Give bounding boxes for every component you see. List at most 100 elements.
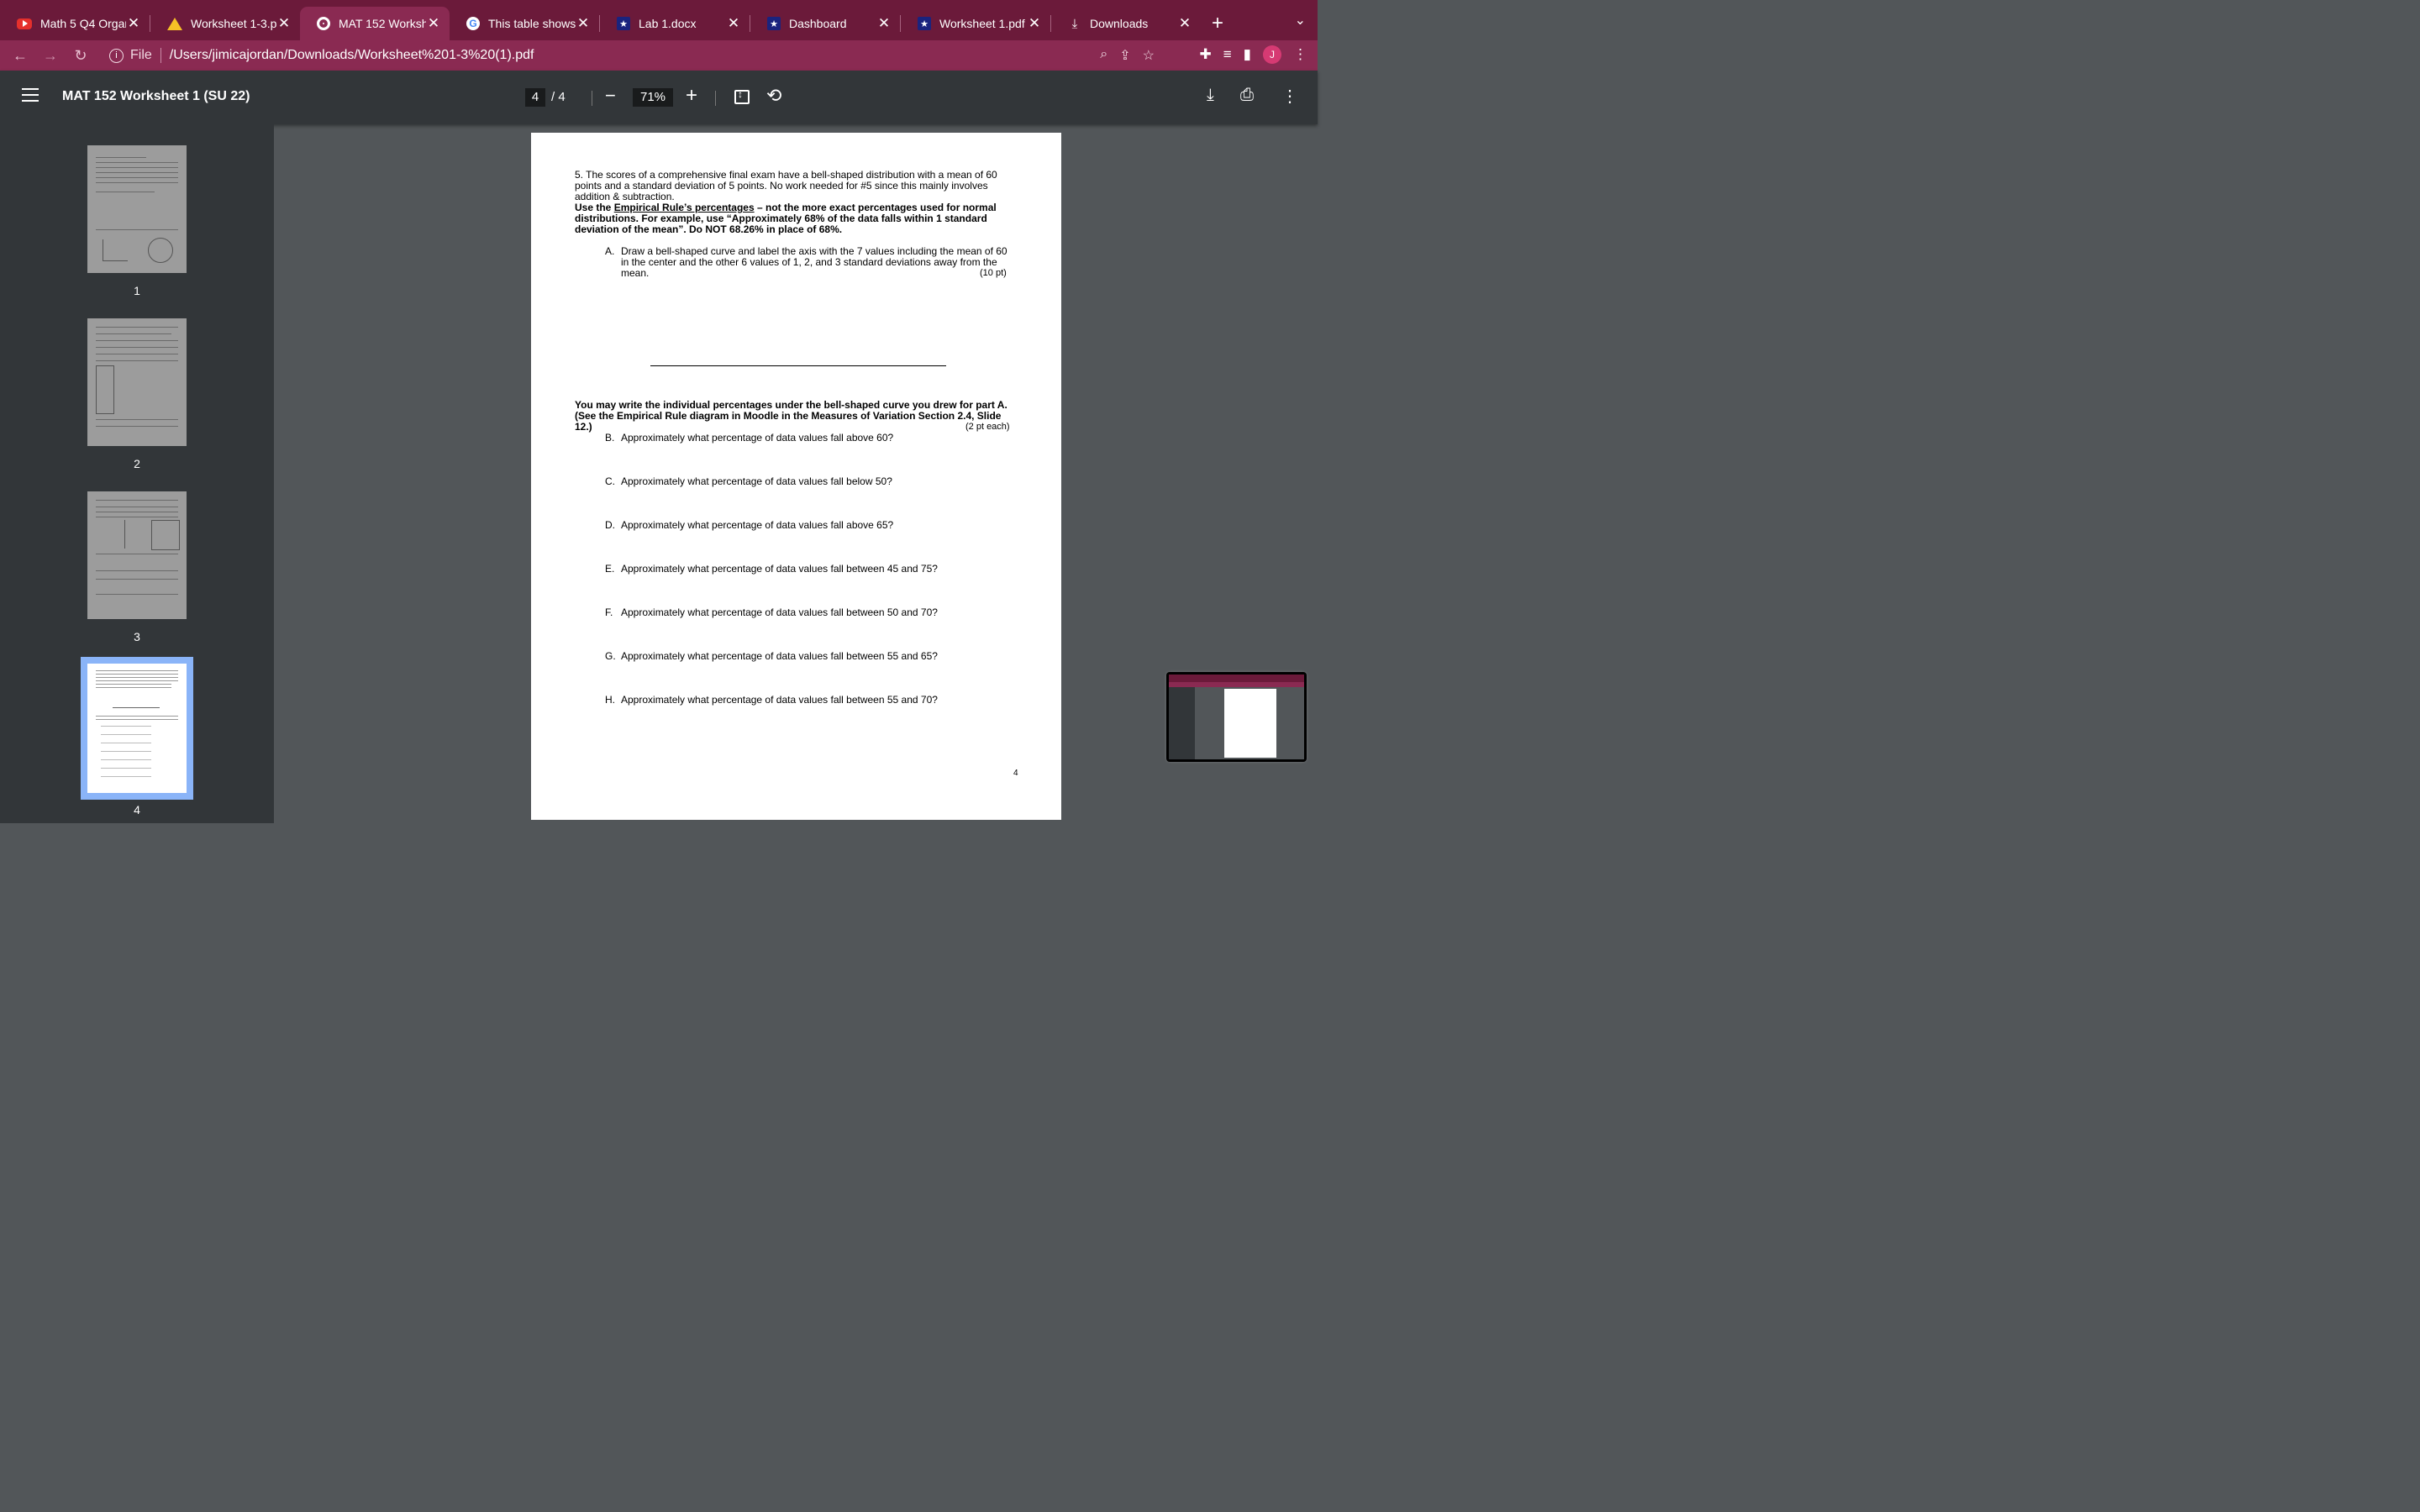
close-icon[interactable]: ✕ bbox=[576, 15, 591, 32]
close-icon[interactable]: ✕ bbox=[126, 15, 141, 32]
q5-instructions: Use the Empirical Rule’s percentages – n… bbox=[575, 202, 1016, 235]
thumbnail-page bbox=[87, 664, 187, 793]
tab-label: Worksheet 1-3.pc bbox=[191, 17, 276, 30]
download-icon: ⤓ bbox=[1071, 16, 1078, 31]
tab-lab1[interactable]: ★ Lab 1.docx ✕ bbox=[600, 7, 750, 40]
answer-line bbox=[650, 365, 946, 366]
part-a-label: A. bbox=[605, 245, 615, 257]
tab-table[interactable]: G This table shows ✕ bbox=[450, 7, 599, 40]
thumbnail-sidebar: 1 2 3 4 bbox=[0, 124, 274, 823]
page-total: / 4 bbox=[551, 90, 566, 104]
page-thumbnail-1[interactable] bbox=[87, 145, 187, 273]
omnibox-divider bbox=[160, 48, 161, 63]
question-text: Approximately what percentage of data va… bbox=[621, 432, 894, 444]
page-thumbnail-4[interactable] bbox=[81, 657, 193, 800]
question-text: Approximately what percentage of data va… bbox=[621, 650, 938, 662]
tab-label: Dashboard bbox=[789, 17, 847, 30]
q5-use: Use the bbox=[575, 202, 614, 213]
parts-points: (2 pt each) bbox=[965, 422, 1010, 432]
extensions-puzzle-icon[interactable]: ✚ bbox=[1199, 46, 1211, 63]
more-vert-icon[interactable]: ⋮ bbox=[1293, 46, 1307, 63]
rotate-icon[interactable]: ⟲ bbox=[766, 85, 781, 107]
part-a-text: Draw a bell-shaped curve and label the a… bbox=[621, 245, 1007, 279]
question-label: H. bbox=[605, 694, 615, 706]
star-icon: ★ bbox=[918, 17, 931, 30]
close-icon[interactable]: ✕ bbox=[1177, 15, 1192, 32]
print-icon[interactable]: ⎙ bbox=[1240, 86, 1254, 105]
question-text: Approximately what percentage of data va… bbox=[621, 694, 938, 706]
scheme-label: File bbox=[130, 48, 152, 62]
toolbar-divider bbox=[715, 91, 716, 106]
zoom-in-button[interactable]: + bbox=[686, 84, 697, 108]
tab-mat152-active[interactable]: MAT 152 Workshe ✕ bbox=[300, 7, 450, 40]
tab-label: Worksheet 1.pdf bbox=[939, 17, 1025, 30]
question-c: C. Approximately what percentage of data … bbox=[605, 475, 892, 487]
tab-downloads[interactable]: ⤓ Downloads ✕ bbox=[1051, 7, 1201, 40]
page-thumbnail-3[interactable] bbox=[87, 491, 187, 619]
google-drive-icon bbox=[167, 17, 182, 30]
question-h: H. Approximately what percentage of data … bbox=[605, 694, 938, 706]
question-5: 5. The scores of a comprehensive final e… bbox=[575, 170, 1016, 235]
menu-hamburger-icon[interactable] bbox=[22, 88, 39, 106]
question-label: C. bbox=[605, 475, 615, 487]
tab-dashboard[interactable]: ★ Dashboard ✕ bbox=[750, 7, 900, 40]
question-label: E. bbox=[605, 563, 615, 575]
address-bar[interactable]: i File /Users/jimicajordan/Downloads/Wor… bbox=[99, 44, 1163, 67]
q5-intro: 5. The scores of a comprehensive final e… bbox=[575, 169, 997, 202]
zoom-out-button[interactable]: − bbox=[605, 85, 616, 107]
close-icon[interactable]: ✕ bbox=[1027, 15, 1042, 32]
share-icon[interactable]: ⇪ bbox=[1119, 47, 1130, 64]
question-label: D. bbox=[605, 519, 615, 531]
question-b: B. Approximately what percentage of data … bbox=[605, 432, 893, 444]
close-icon[interactable]: ✕ bbox=[426, 15, 441, 32]
toolbar-actions: ✚ ≡ ▮ J ⋮ bbox=[1199, 45, 1307, 64]
tab-label: Math 5 Q4 Organi bbox=[40, 17, 126, 30]
preview-tabstrip bbox=[1169, 675, 1304, 682]
info-icon[interactable]: i bbox=[109, 48, 124, 63]
star-icon: ★ bbox=[617, 17, 630, 30]
tab-worksheet-drive[interactable]: Worksheet 1-3.pc ✕ bbox=[150, 7, 300, 40]
zoom-magnifier-icon[interactable]: ⌕ bbox=[1100, 47, 1107, 64]
google-icon: G bbox=[466, 17, 480, 30]
question-e: E. Approximately what percentage of data … bbox=[605, 563, 938, 575]
omnibox-actions: ⌕ ⇪ ☆ bbox=[1100, 47, 1155, 64]
avatar[interactable]: J bbox=[1263, 45, 1281, 64]
close-icon[interactable]: ✕ bbox=[276, 15, 292, 32]
forward-arrow-icon[interactable]: → bbox=[35, 47, 66, 65]
page-thumbnail-2[interactable] bbox=[87, 318, 187, 446]
tab-label: MAT 152 Workshe bbox=[339, 17, 426, 30]
question-text: Approximately what percentage of data va… bbox=[621, 519, 894, 531]
tab-worksheet1[interactable]: ★ Worksheet 1.pdf ✕ bbox=[901, 7, 1050, 40]
bookmark-star-icon[interactable]: ☆ bbox=[1143, 47, 1155, 64]
empirical-rule-term: Empirical Rule’s percentages bbox=[613, 202, 755, 213]
page-number: 4 bbox=[1013, 769, 1018, 778]
question-d: D. Approximately what percentage of data … bbox=[605, 519, 893, 531]
star-icon: ★ bbox=[767, 17, 781, 30]
back-arrow-icon[interactable]: ← bbox=[5, 47, 35, 65]
download-icon[interactable]: ⤓ bbox=[1207, 86, 1214, 105]
side-panel-icon[interactable]: ▮ bbox=[1244, 46, 1251, 63]
more-vert-icon[interactable]: ⋮ bbox=[1281, 86, 1298, 107]
tab-search-chevron-icon[interactable]: ⌄ bbox=[1295, 12, 1306, 29]
question-text: Approximately what percentage of data va… bbox=[621, 563, 938, 575]
close-icon[interactable]: ✕ bbox=[876, 15, 892, 32]
page-number-input[interactable]: 4 bbox=[525, 88, 545, 107]
zoom-input[interactable]: 71% bbox=[633, 88, 673, 107]
thumbnail-number: 1 bbox=[134, 284, 140, 297]
part-a: A. Draw a bell-shaped curve and label th… bbox=[605, 246, 1017, 279]
new-tab-button[interactable]: + bbox=[1201, 7, 1234, 40]
fit-page-icon[interactable] bbox=[734, 88, 750, 104]
tab-math5[interactable]: Math 5 Q4 Organi ✕ bbox=[0, 7, 150, 40]
thumbnail-number: 4 bbox=[134, 803, 140, 816]
youtube-icon bbox=[17, 18, 32, 29]
url-text[interactable]: /Users/jimicajordan/Downloads/Worksheet%… bbox=[170, 48, 534, 63]
tab-label: This table shows bbox=[488, 17, 576, 30]
screenshot-preview-thumbnail[interactable] bbox=[1166, 672, 1307, 762]
chrome-icon bbox=[317, 17, 330, 30]
question-g: G. Approximately what percentage of data … bbox=[605, 650, 938, 662]
media-queue-icon[interactable]: ≡ bbox=[1223, 46, 1232, 63]
close-icon[interactable]: ✕ bbox=[726, 15, 741, 32]
percentages-instructions: You may write the individual percentages… bbox=[575, 399, 1007, 433]
reload-icon[interactable]: ↻ bbox=[66, 47, 96, 65]
thumbnail-number: 3 bbox=[134, 630, 140, 643]
